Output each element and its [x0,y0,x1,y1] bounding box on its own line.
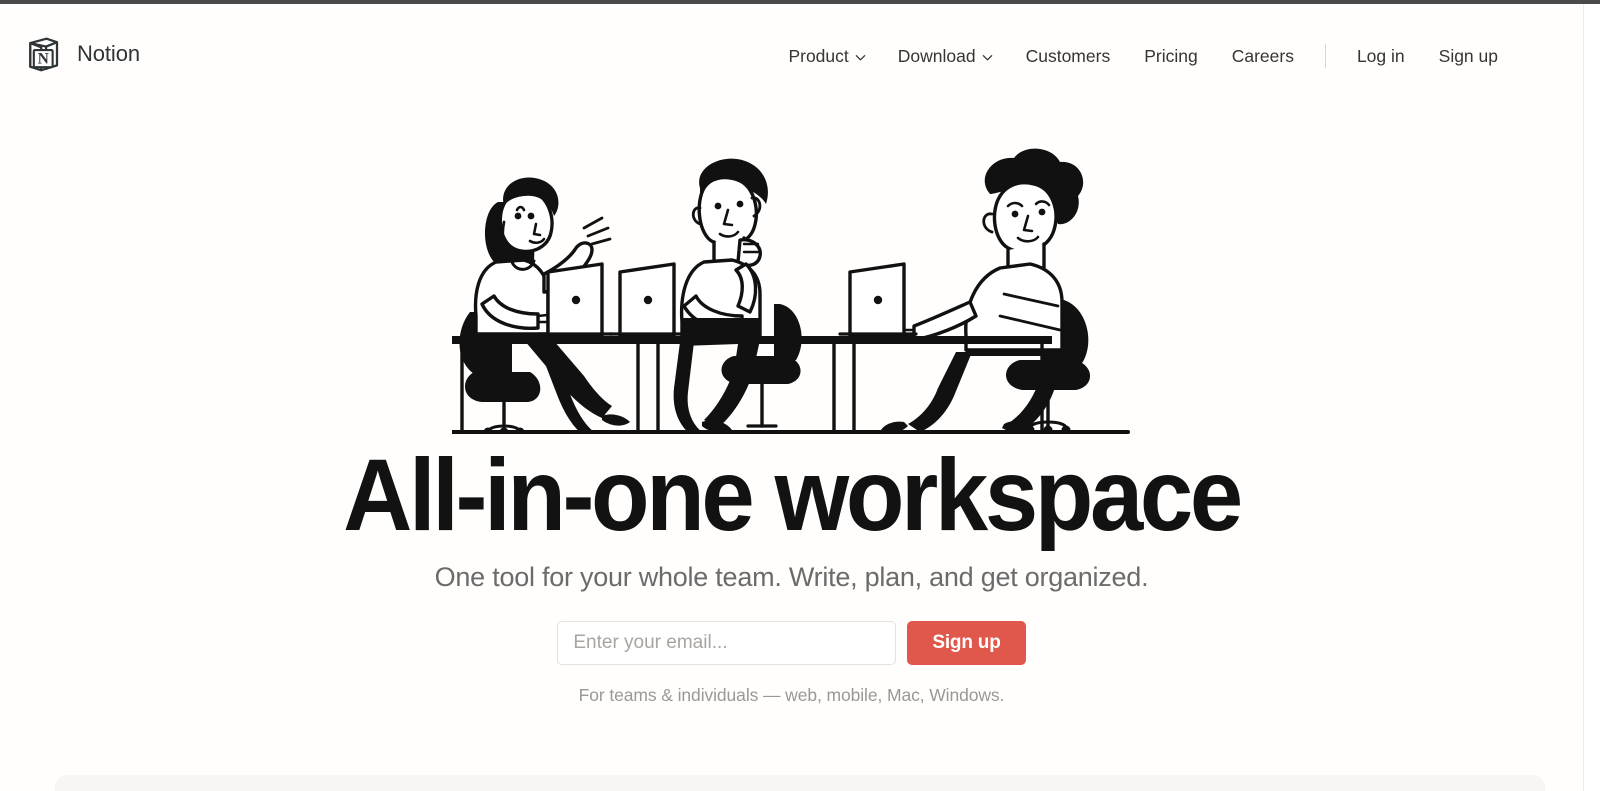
chevron-down-icon [855,52,866,63]
nav-item-customers[interactable]: Customers [1009,40,1128,73]
hero-subtitle: One tool for your whole team. Write, pla… [434,562,1149,593]
browser-page: N Notion Product Download Customers Pric… [0,0,1600,791]
nav-item-download-label: Download [897,46,976,66]
notion-cube-icon: N [22,33,64,75]
email-signup-form: Sign up [0,621,1583,666]
page-title: All-in-one workspace [343,438,1243,552]
nav-login-label: Log in [1356,46,1405,66]
page-viewport: N Notion Product Download Customers Pric… [0,4,1583,791]
svg-text:N: N [38,50,49,67]
nav-login-link[interactable]: Log in [1340,40,1422,73]
brand-logo-link[interactable]: N Notion [22,33,140,75]
vertical-scrollbar[interactable] [1583,4,1600,791]
brand-name: Notion [77,41,140,66]
next-section-panel [55,775,1545,791]
chevron-down-icon [982,52,993,63]
main-navigation: Product Download Customers Pricing Caree… [772,40,1515,73]
nav-item-customers-label: Customers [1025,46,1111,66]
nav-item-download[interactable]: Download [882,40,1009,73]
nav-signup-link[interactable]: Sign up [1422,40,1515,73]
nav-item-careers[interactable]: Careers [1215,40,1311,73]
nav-divider [1324,44,1326,69]
nav-item-product-label: Product [788,46,849,66]
nav-item-pricing[interactable]: Pricing [1127,40,1215,73]
nav-item-pricing-label: Pricing [1144,46,1198,66]
email-field[interactable] [557,621,897,666]
nav-signup-label: Sign up [1438,46,1498,66]
hero-section: All-in-one workspace One tool for your w… [0,112,1583,706]
site-header: N Notion Product Download Customers Pric… [0,4,1583,112]
three-people-at-desks-with-laptops-illustration [0,144,1583,434]
nav-item-product[interactable]: Product [772,40,881,73]
nav-item-careers-label: Careers [1231,46,1294,66]
signup-button[interactable]: Sign up [907,621,1026,666]
signup-fineprint: For teams & individuals — web, mobile, M… [578,685,1005,706]
